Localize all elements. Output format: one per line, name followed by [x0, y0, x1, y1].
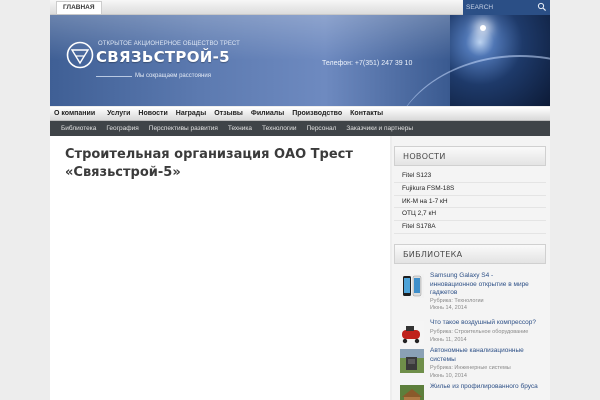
library-item-date: Июнь 14, 2014: [430, 305, 467, 311]
library-item-category: Рубрика: Строительное оборудование: [430, 329, 529, 335]
menu-item-about[interactable]: О компании: [50, 107, 99, 120]
library-item-title[interactable]: Жилье из профилированного бруса: [430, 383, 540, 392]
menu-item-production[interactable]: Производство: [288, 107, 346, 120]
submenu-item-geography[interactable]: География: [101, 121, 143, 136]
sub-menu: Библиотека География Перспективы развити…: [50, 121, 550, 136]
company-logo-icon[interactable]: [65, 40, 95, 70]
news-item[interactable]: Fitel S178A: [394, 221, 546, 234]
library-item: Жилье из профилированного бруса: [392, 383, 544, 400]
logo-name[interactable]: СВЯЗЬСТРОЙ-5: [96, 48, 230, 66]
light-flare: [480, 25, 486, 31]
library-item-title[interactable]: Что такое воздушный компрессор?: [430, 319, 540, 328]
submenu-item-prospects[interactable]: Перспективы развития: [144, 121, 223, 136]
page-title: Строительная организация ОАО Трест «Связ…: [65, 147, 353, 180]
submenu-item-equipment[interactable]: Техника: [223, 121, 257, 136]
search-input[interactable]: [466, 2, 538, 13]
library-item-date: Июнь 11, 2014: [430, 337, 467, 343]
slogan: Мы сокращаем расстояния: [135, 73, 211, 79]
library-item-title[interactable]: Автономные канализационные системы: [430, 347, 540, 364]
planet-arc: [390, 55, 550, 106]
menu-item-news[interactable]: Новости: [134, 107, 171, 120]
submenu-item-staff[interactable]: Персонал: [302, 121, 342, 136]
news-item[interactable]: ОТЦ 2,7 кН: [394, 208, 546, 222]
news-widget-heading: НОВОСТИ: [394, 146, 546, 166]
news-item[interactable]: Fitel S123: [394, 170, 546, 183]
phone-number: Телефон: +7(351) 247 39 10: [322, 60, 413, 67]
timber-house-thumbnail[interactable]: [400, 385, 424, 400]
menu-item-reviews[interactable]: Отзывы: [210, 107, 247, 120]
menu-item-services[interactable]: Услуги: [103, 107, 134, 120]
menu-item-awards[interactable]: Награды: [172, 107, 210, 120]
phone-thumbnail[interactable]: [400, 274, 424, 298]
library-widget-heading: БИБЛИОТЕКА: [394, 244, 546, 264]
news-list: Fitel S123 Fujikura FSM-18S ИК-М на 1-7 …: [394, 170, 546, 234]
sidebar: НОВОСТИ Fitel S123 Fujikura FSM-18S ИК-М…: [392, 136, 550, 400]
slogan-divider: [96, 76, 132, 77]
compressor-thumbnail[interactable]: [400, 321, 424, 345]
search-icon[interactable]: [537, 2, 547, 12]
library-item-category: Рубрика: Инженерные системы: [430, 365, 511, 371]
library-item: Samsung Galaxy S4 - инновационное открыт…: [392, 272, 544, 311]
library-item: Автономные канализационные системы Рубри…: [392, 347, 544, 383]
submenu-item-technologies[interactable]: Технологии: [257, 121, 302, 136]
main-content: Строительная организация ОАО Трест «Связ…: [50, 136, 390, 400]
sewage-system-thumbnail[interactable]: [400, 349, 424, 373]
news-item[interactable]: ИК-М на 1-7 кН: [394, 196, 546, 209]
home-tab[interactable]: ГЛАВНАЯ: [56, 1, 102, 14]
news-item[interactable]: Fujikura FSM-18S: [394, 183, 546, 196]
submenu-item-library[interactable]: Библиотека: [56, 121, 101, 136]
header-banner: ОТКРЫТОЕ АКЦИОНЕРНОЕ ОБЩЕСТВО ТРЕСТ СВЯЗ…: [50, 15, 550, 106]
library-item-date: Июнь 10, 2014: [430, 373, 467, 379]
library-item-title[interactable]: Samsung Galaxy S4 - инновационное открыт…: [430, 272, 540, 298]
library-item-category: Рубрика: Технологии: [430, 298, 484, 304]
menu-item-branches[interactable]: Филиалы: [247, 107, 288, 120]
menu-item-contacts[interactable]: Контакты: [346, 107, 387, 120]
submenu-item-partners[interactable]: Заказчики и партнеры: [341, 121, 418, 136]
search-box: [463, 0, 550, 15]
logo-subtitle: ОТКРЫТОЕ АКЦИОНЕРНОЕ ОБЩЕСТВО ТРЕСТ: [98, 41, 240, 47]
main-menu: О компании Услуги Новости Награды Отзывы…: [50, 107, 550, 121]
